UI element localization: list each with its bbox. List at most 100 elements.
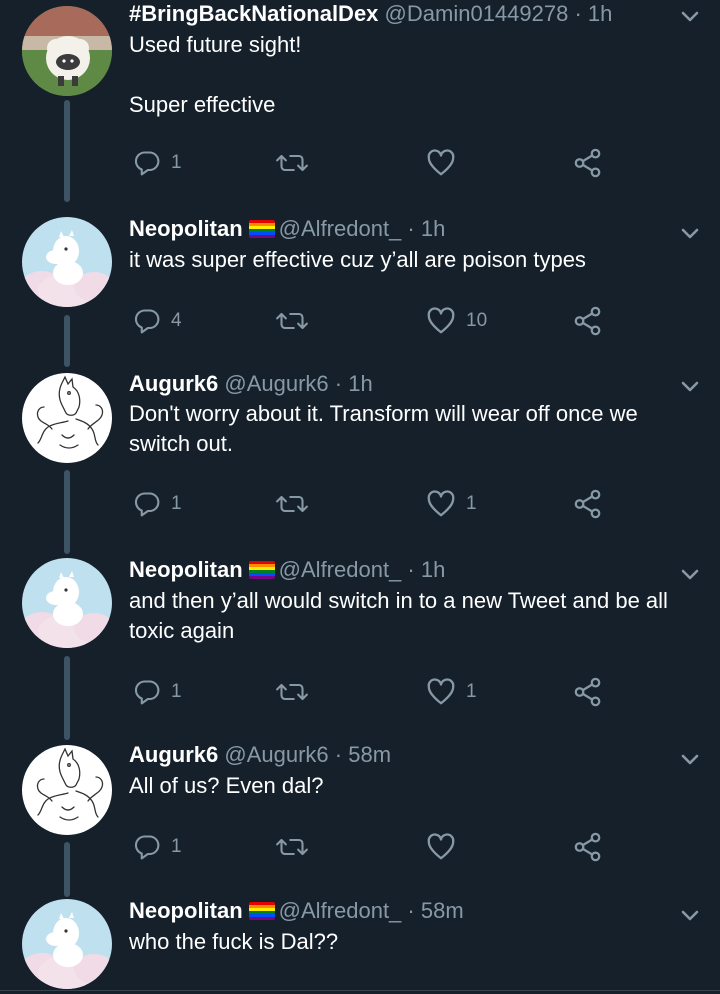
action-bar: 4 10	[0, 305, 720, 337]
retweet-button[interactable]	[274, 147, 310, 179]
share-icon	[573, 148, 603, 178]
retweet-icon	[274, 678, 310, 706]
reply-count: 1	[171, 152, 182, 173]
tweet-text: and then y’all would switch in to a new …	[129, 588, 675, 643]
retweet-button[interactable]	[274, 831, 310, 863]
separator: ·	[401, 216, 421, 241]
timestamp[interactable]: 1h	[348, 371, 372, 396]
handle[interactable]: @Augurk6	[224, 371, 328, 396]
display-name[interactable]: Augurk6	[129, 742, 218, 767]
avatar[interactable]	[22, 745, 112, 835]
like-button[interactable]: 1	[426, 488, 477, 520]
timestamp[interactable]: 1h	[421, 216, 445, 241]
like-button[interactable]: 10	[426, 305, 487, 337]
action-bar: 1 1	[0, 676, 720, 708]
retweet-icon	[274, 307, 310, 335]
reply-count: 1	[171, 681, 182, 702]
tweet-text: Used future sight! Super effective	[129, 32, 302, 117]
action-bar: 1	[0, 831, 720, 863]
like-button[interactable]	[426, 147, 456, 179]
tweet-text: Don't worry about it. Transform will wea…	[129, 401, 644, 456]
chevron-down-icon[interactable]	[678, 4, 702, 33]
heart-icon	[426, 677, 456, 707]
display-name[interactable]: Neopolitan	[129, 898, 243, 923]
share-button[interactable]	[573, 831, 603, 863]
like-count: 1	[466, 493, 477, 514]
separator: ·	[328, 371, 349, 396]
timestamp[interactable]: 1h	[421, 557, 445, 582]
reply-icon	[133, 307, 161, 335]
reply-count: 4	[171, 310, 182, 331]
tweet-text: it was super effective cuz y’all are poi…	[129, 247, 586, 272]
reply-button[interactable]: 4	[133, 305, 182, 337]
tweet-header: Augurk6 @Augurk6 · 1h	[129, 370, 373, 398]
handle[interactable]: @Alfredont_	[279, 557, 402, 582]
reply-button[interactable]: 1	[133, 488, 182, 520]
separator: ·	[401, 898, 421, 923]
bottom-divider	[0, 990, 720, 991]
retweet-icon	[274, 490, 310, 518]
share-button[interactable]	[573, 488, 603, 520]
action-bar: 1	[0, 147, 720, 179]
display-name[interactable]: #BringBackNationalDex	[129, 1, 378, 26]
tweet-text: who the fuck is Dal??	[129, 929, 339, 954]
reply-button[interactable]: 1	[133, 147, 182, 179]
timestamp[interactable]: 58m	[421, 898, 464, 923]
separator: ·	[328, 742, 349, 767]
retweet-button[interactable]	[274, 488, 310, 520]
retweet-button[interactable]	[274, 305, 310, 337]
avatar[interactable]	[22, 373, 112, 463]
rainbow-flag-icon	[248, 561, 275, 579]
share-icon	[573, 306, 603, 336]
like-count: 1	[466, 681, 477, 702]
tweet-header: Neopolitan @Alfredont_ · 1h	[129, 556, 445, 584]
heart-icon	[426, 306, 456, 336]
share-icon	[573, 832, 603, 862]
tweet-header: Neopolitan @Alfredont_ · 1h	[129, 215, 445, 243]
rainbow-flag-icon	[248, 220, 275, 238]
handle[interactable]: @Damin01449278	[385, 1, 569, 26]
share-button[interactable]	[573, 147, 603, 179]
reply-count: 1	[171, 493, 182, 514]
separator: ·	[568, 1, 588, 26]
tweet-header: Neopolitan @Alfredont_ · 58m	[129, 897, 464, 925]
share-button[interactable]	[573, 305, 603, 337]
handle[interactable]: @Augurk6	[224, 742, 328, 767]
display-name[interactable]: Neopolitan	[129, 557, 243, 582]
tweet-header: Augurk6 @Augurk6 · 58m	[129, 741, 391, 769]
share-icon	[573, 489, 603, 519]
avatar[interactable]	[22, 217, 112, 307]
avatar[interactable]	[22, 6, 112, 96]
retweet-icon	[274, 833, 310, 861]
heart-icon	[426, 148, 456, 178]
reply-icon	[133, 490, 161, 518]
heart-icon	[426, 832, 456, 862]
share-icon	[573, 677, 603, 707]
retweet-button[interactable]	[274, 676, 310, 708]
separator: ·	[401, 557, 421, 582]
timestamp[interactable]: 58m	[348, 742, 391, 767]
retweet-icon	[274, 149, 310, 177]
timestamp[interactable]: 1h	[588, 1, 612, 26]
avatar[interactable]	[22, 558, 112, 648]
reply-button[interactable]: 1	[133, 831, 182, 863]
reply-icon	[133, 149, 161, 177]
like-count: 10	[466, 310, 488, 331]
reply-icon	[133, 833, 161, 861]
like-button[interactable]: 1	[426, 676, 477, 708]
reply-button[interactable]: 1	[133, 676, 182, 708]
action-bar: 1 1	[0, 488, 720, 520]
share-button[interactable]	[573, 676, 603, 708]
handle[interactable]: @Alfredont_	[279, 216, 402, 241]
rainbow-flag-icon	[248, 902, 275, 920]
display-name[interactable]: Augurk6	[129, 371, 218, 396]
tweet-text: All of us? Even dal?	[129, 773, 324, 798]
like-button[interactable]	[426, 831, 456, 863]
reply-count: 1	[171, 836, 182, 857]
tweet-header: #BringBackNationalDex @Damin01449278 · 1…	[129, 0, 612, 28]
handle[interactable]: @Alfredont_	[279, 898, 402, 923]
heart-icon	[426, 489, 456, 519]
display-name[interactable]: Neopolitan	[129, 216, 243, 241]
avatar[interactable]	[22, 899, 112, 989]
reply-icon	[133, 678, 161, 706]
